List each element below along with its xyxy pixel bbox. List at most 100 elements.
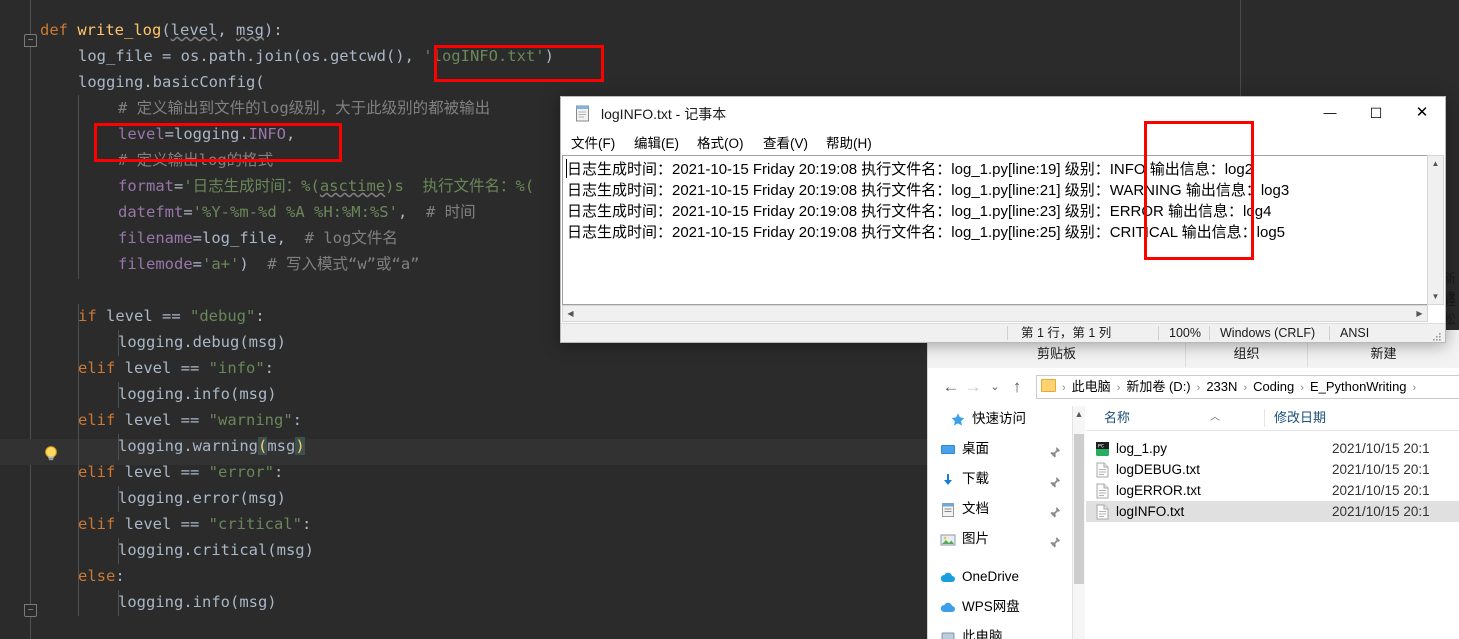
nav-item-6[interactable]: OneDrive	[928, 564, 1072, 590]
code-line[interactable]: logging.info(msg)	[118, 589, 277, 615]
menu-help[interactable]: 帮助(H)	[826, 132, 872, 152]
scroll-up-arrow[interactable]: ▲	[1073, 406, 1085, 422]
code-line[interactable]: logging.debug(msg)	[118, 329, 286, 355]
breadcrumb-item[interactable]: E_PythonWriting	[1308, 376, 1409, 398]
breadcrumb-separator[interactable]: ›	[1409, 377, 1421, 398]
breadcrumb-separator[interactable]: ›	[1296, 377, 1308, 398]
code-line[interactable]: logging.error(msg)	[118, 485, 286, 511]
nav-item-4[interactable]: 文档	[928, 496, 1072, 522]
notepad-menu-bar: 文件(F) 编辑(E) 格式(O) 查看(V) 帮助(H)	[561, 129, 1445, 155]
code-line[interactable]: format='日志生成时间：%(asctime)s 执行文件名：%(	[118, 173, 534, 199]
code-line[interactable]: filename=log_file, # log文件名	[118, 225, 398, 251]
notepad-title-bar[interactable]: logINFO.txt - 记事本 — ☐ ✕	[561, 97, 1445, 129]
up-button[interactable]: ↑	[1006, 376, 1028, 398]
menu-view[interactable]: 查看(V)	[763, 132, 808, 152]
recent-locations-button[interactable]: ⌄	[984, 376, 1006, 398]
code-line[interactable]: if level == "debug":	[78, 303, 265, 329]
code-line[interactable]: elif level == "critical":	[78, 511, 311, 537]
file-date-modified: 2021/10/15 20:1	[1332, 462, 1430, 477]
forward-button[interactable]: →	[962, 376, 984, 398]
pin-icon[interactable]	[1050, 472, 1061, 488]
breadcrumb-item[interactable]: 新加卷 (D:)	[1124, 376, 1192, 398]
code-token: )	[239, 255, 268, 273]
breadcrumb-item[interactable]: 此电脑	[1070, 376, 1113, 398]
pictures-icon	[940, 531, 956, 547]
code-line[interactable]: elif level == "warning":	[78, 407, 302, 433]
code-token: logging.critical(msg)	[118, 541, 314, 559]
column-name[interactable]: 名称	[1104, 406, 1130, 430]
code-line[interactable]: else:	[78, 563, 125, 589]
code-token: format	[118, 177, 174, 195]
notepad-text-area[interactable]: 日志生成时间：2021-10-15 Friday 20:19:08 执行文件名：…	[562, 155, 1428, 305]
column-separator[interactable]	[1264, 409, 1265, 427]
nav-item-8[interactable]: 此电脑	[928, 624, 1072, 639]
file-list[interactable]: 名称 ︿ 修改日期 PC log_1.py 2021/10/15 20:1 logDE…	[1086, 406, 1459, 639]
status-zoom[interactable]: 100%	[1169, 324, 1201, 342]
code-token: logging.basicConfig(	[78, 73, 265, 91]
nav-item-1[interactable]: 快速访问	[928, 406, 1072, 432]
menu-edit[interactable]: 编辑(E)	[634, 132, 679, 152]
code-token: elif	[78, 463, 125, 481]
nav-item-3[interactable]: 下载	[928, 466, 1072, 492]
nav-item-5[interactable]: 图片	[928, 526, 1072, 552]
code-token: log_file = os.path.join(os.getcwd(),	[78, 47, 424, 65]
scroll-up-arrow[interactable]: ▲	[1428, 156, 1443, 171]
nav-item-label: 下载	[962, 471, 989, 486]
code-line[interactable]: filemode='a+') # 写入模式“w”或“a”	[118, 251, 419, 277]
column-date-modified[interactable]: 修改日期	[1274, 406, 1326, 430]
code-line[interactable]: datefmt='%Y-%m-%d %A %H:%M:%S', # 时间	[118, 199, 476, 225]
close-button[interactable]: ✕	[1399, 97, 1445, 129]
code-line[interactable]: def write_log(level, msg):	[40, 17, 283, 43]
maximize-button[interactable]: ☐	[1353, 97, 1399, 129]
nav-item-label: 图片	[962, 531, 989, 546]
minimize-button[interactable]: —	[1307, 97, 1353, 129]
breadcrumb-item[interactable]: Coding	[1251, 376, 1296, 398]
scroll-right-arrow[interactable]: ▶	[1412, 306, 1427, 321]
breadcrumb[interactable]: › 此电脑 › 新加卷 (D:) › 233N › Coding › E_PythonWritin…	[1036, 375, 1459, 399]
wps-cloud-icon	[940, 599, 956, 615]
nav-item-2[interactable]: 桌面	[928, 436, 1072, 462]
code-token: ,	[276, 229, 305, 247]
scrollbar-thumb[interactable]	[1074, 434, 1084, 584]
code-token: level ==	[124, 515, 209, 533]
pin-icon[interactable]	[1050, 532, 1061, 548]
code-line[interactable]: logging.basicConfig(	[78, 69, 265, 95]
file-row[interactable]: logDEBUG.txt 2021/10/15 20:1	[1086, 459, 1459, 480]
breadcrumb-separator[interactable]: ›	[1193, 377, 1205, 398]
nav-item-label: 文档	[962, 501, 989, 516]
code-line[interactable]: logging.warning(msg)	[118, 433, 305, 459]
code-line[interactable]: elif level == "info":	[78, 355, 274, 381]
notepad-horizontal-scrollbar[interactable]: ◀ ▶	[562, 305, 1428, 322]
breadcrumb-separator[interactable]: ›	[1113, 377, 1125, 398]
nav-item-label: 快速访问	[972, 411, 1026, 426]
scroll-left-arrow[interactable]: ◀	[563, 306, 578, 321]
code-token: =	[174, 177, 184, 195]
code-line[interactable]: logging.info(msg)	[118, 381, 277, 407]
back-button[interactable]: ←	[940, 376, 962, 398]
highlight-logfile-name	[434, 45, 604, 82]
file-row[interactable]: logINFO.txt 2021/10/15 20:1	[1086, 501, 1459, 522]
breadcrumb-separator[interactable]: ›	[1058, 377, 1070, 398]
resize-grip[interactable]	[1432, 329, 1442, 341]
code-token: filemode	[118, 255, 193, 273]
code-line[interactable]: logging.critical(msg)	[118, 537, 314, 563]
menu-file[interactable]: 文件(F)	[571, 132, 615, 152]
pin-icon[interactable]	[1050, 442, 1061, 458]
code-line[interactable]: elif level == "error":	[78, 459, 283, 485]
scroll-down-arrow[interactable]: ▼	[1428, 289, 1443, 304]
pin-icon[interactable]	[1050, 502, 1061, 518]
breadcrumb-item[interactable]: 233N	[1204, 376, 1239, 398]
nav-item-7[interactable]: WPS网盘	[928, 594, 1072, 620]
nav-item-label: WPS网盘	[962, 599, 1020, 614]
file-name: logINFO.txt	[1116, 504, 1185, 519]
folder-icon	[1041, 379, 1056, 392]
notepad-vertical-scrollbar[interactable]: ▲ ▼	[1427, 155, 1444, 305]
code-token: logging.info(msg)	[118, 593, 277, 611]
file-row[interactable]: logERROR.txt 2021/10/15 20:1	[1086, 480, 1459, 501]
code-token: asctime	[319, 177, 386, 195]
breadcrumb-separator[interactable]: ›	[1239, 377, 1251, 398]
nav-pane-scrollbar[interactable]: ▲	[1073, 406, 1085, 639]
code-line[interactable]: # 定义输出到文件的log级别，大于此级别的都被输出	[118, 95, 490, 121]
file-row[interactable]: PC log_1.py 2021/10/15 20:1	[1086, 438, 1459, 459]
menu-format[interactable]: 格式(O)	[697, 132, 744, 152]
